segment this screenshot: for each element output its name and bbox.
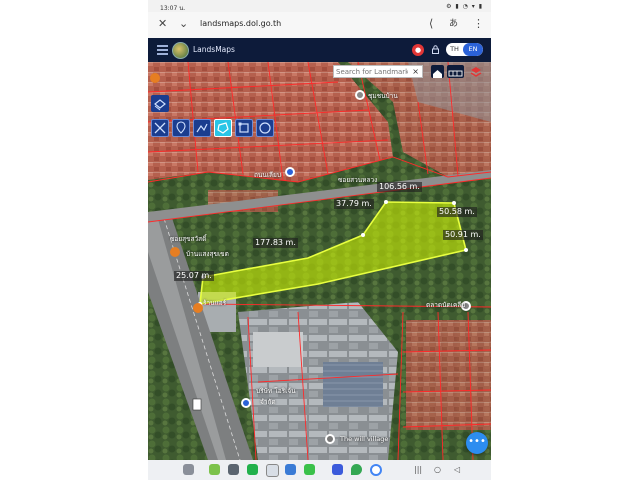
- expand-icon[interactable]: ⌄: [179, 18, 188, 30]
- measurement-label-middle: 177.83 m.: [253, 238, 298, 248]
- language-toggle[interactable]: TH EN: [446, 43, 483, 56]
- app-icon[interactable]: [266, 464, 279, 477]
- status-icons: ⚙ ▮ ◔ ▾ ▮: [446, 3, 483, 10]
- layers-icon: [154, 99, 166, 111]
- rectangle-icon: [238, 122, 249, 133]
- record-button[interactable]: ●: [412, 44, 424, 56]
- place-label: ถนนเลียบ: [254, 171, 281, 179]
- phone-screen: 13:07 น. ⚙ ▮ ◔ ▾ ▮ ✕ ⌄ landsmaps.dol.go.…: [148, 0, 491, 480]
- app-title: LandsMaps: [193, 45, 235, 54]
- circle-tool-button[interactable]: [256, 119, 274, 137]
- place-label: ตลาดนัดเคลีบ: [426, 301, 466, 309]
- url-bar[interactable]: landsmaps.dol.go.th: [200, 19, 281, 28]
- home-icon: [433, 70, 442, 78]
- app-icon[interactable]: [332, 464, 343, 475]
- google-app-icon[interactable]: [370, 464, 382, 476]
- app-header: LandsMaps ● TH EN: [148, 38, 491, 62]
- layers-stack-icon[interactable]: [470, 66, 482, 78]
- rectangle-tool-button[interactable]: [235, 119, 253, 137]
- translate-icon[interactable]: あ: [449, 18, 458, 30]
- status-bar: 13:07 น. ⚙ ▮ ◔ ▾ ▮: [148, 0, 491, 12]
- landsmaps-logo: [172, 42, 189, 59]
- landmark-search-input[interactable]: [334, 66, 410, 77]
- place-label: ร้านแอร์: [203, 299, 227, 307]
- place-label: ชุมชนบ้าน: [368, 92, 398, 100]
- place-label: The will village: [340, 435, 389, 443]
- more-menu-icon[interactable]: ⋮: [473, 18, 484, 30]
- close-tab-button[interactable]: ✕: [158, 18, 167, 30]
- lock-icon[interactable]: [432, 45, 439, 54]
- layers-tool-button[interactable]: [151, 95, 169, 112]
- recents-nav-button[interactable]: |||: [414, 465, 422, 474]
- app-icon[interactable]: [285, 464, 296, 475]
- lang-en-option[interactable]: EN: [463, 43, 483, 56]
- maps-app-icon[interactable]: [351, 464, 362, 475]
- measurement-label-left-top: 37.79 m.: [334, 199, 374, 209]
- place-label: ซอยสุขสวัสดิ์: [170, 235, 207, 243]
- place-label: บริษัท โอริเจ้น: [256, 387, 296, 395]
- circle-icon: [259, 122, 271, 134]
- place-label: จำกัด: [260, 398, 276, 406]
- clear-search-icon[interactable]: ×: [412, 67, 419, 76]
- landmark-search[interactable]: ×: [333, 65, 423, 78]
- line-app-icon[interactable]: [304, 464, 315, 475]
- scissors-icon: [154, 122, 166, 134]
- clear-drawing-button[interactable]: [151, 119, 169, 137]
- pin-icon: [176, 121, 186, 134]
- system-navigation-bar: ||| ○ ◁: [148, 460, 491, 480]
- app-icon[interactable]: [247, 464, 258, 475]
- polygon-icon: [217, 122, 229, 134]
- hamburger-menu-icon[interactable]: [157, 45, 168, 55]
- place-label: บ้านแสงสุขเขต: [186, 250, 229, 258]
- place-label: ซอยสวนหลวง: [338, 176, 378, 184]
- grid-map-button[interactable]: [447, 65, 464, 78]
- measurement-label-right: 50.91 m.: [443, 230, 483, 240]
- measurement-label-top: 106.56 m.: [377, 182, 422, 192]
- camera-app-icon[interactable]: [228, 464, 239, 475]
- share-icon[interactable]: ⟨: [429, 18, 433, 30]
- apps-grid-icon[interactable]: [183, 464, 194, 475]
- browser-toolbar: ✕ ⌄ landsmaps.dol.go.th ⟨ あ ⋮: [148, 12, 491, 39]
- polygon-tool-button[interactable]: [214, 119, 232, 137]
- lang-th-option[interactable]: TH: [446, 43, 463, 56]
- grid-icon: [448, 70, 463, 77]
- pin-tool-button[interactable]: [172, 119, 190, 137]
- measurement-label-right-top: 50.58 m.: [437, 207, 477, 217]
- measurement-label-left: 25.07 m.: [174, 271, 214, 281]
- app-icon[interactable]: [209, 464, 220, 475]
- more-actions-fab[interactable]: •••: [466, 432, 488, 454]
- home-nav-button[interactable]: ○: [434, 465, 441, 474]
- line-tool-button[interactable]: [193, 119, 211, 137]
- polyline-icon: [196, 123, 208, 133]
- back-nav-button[interactable]: ◁: [454, 465, 460, 474]
- home-map-button[interactable]: [431, 65, 444, 78]
